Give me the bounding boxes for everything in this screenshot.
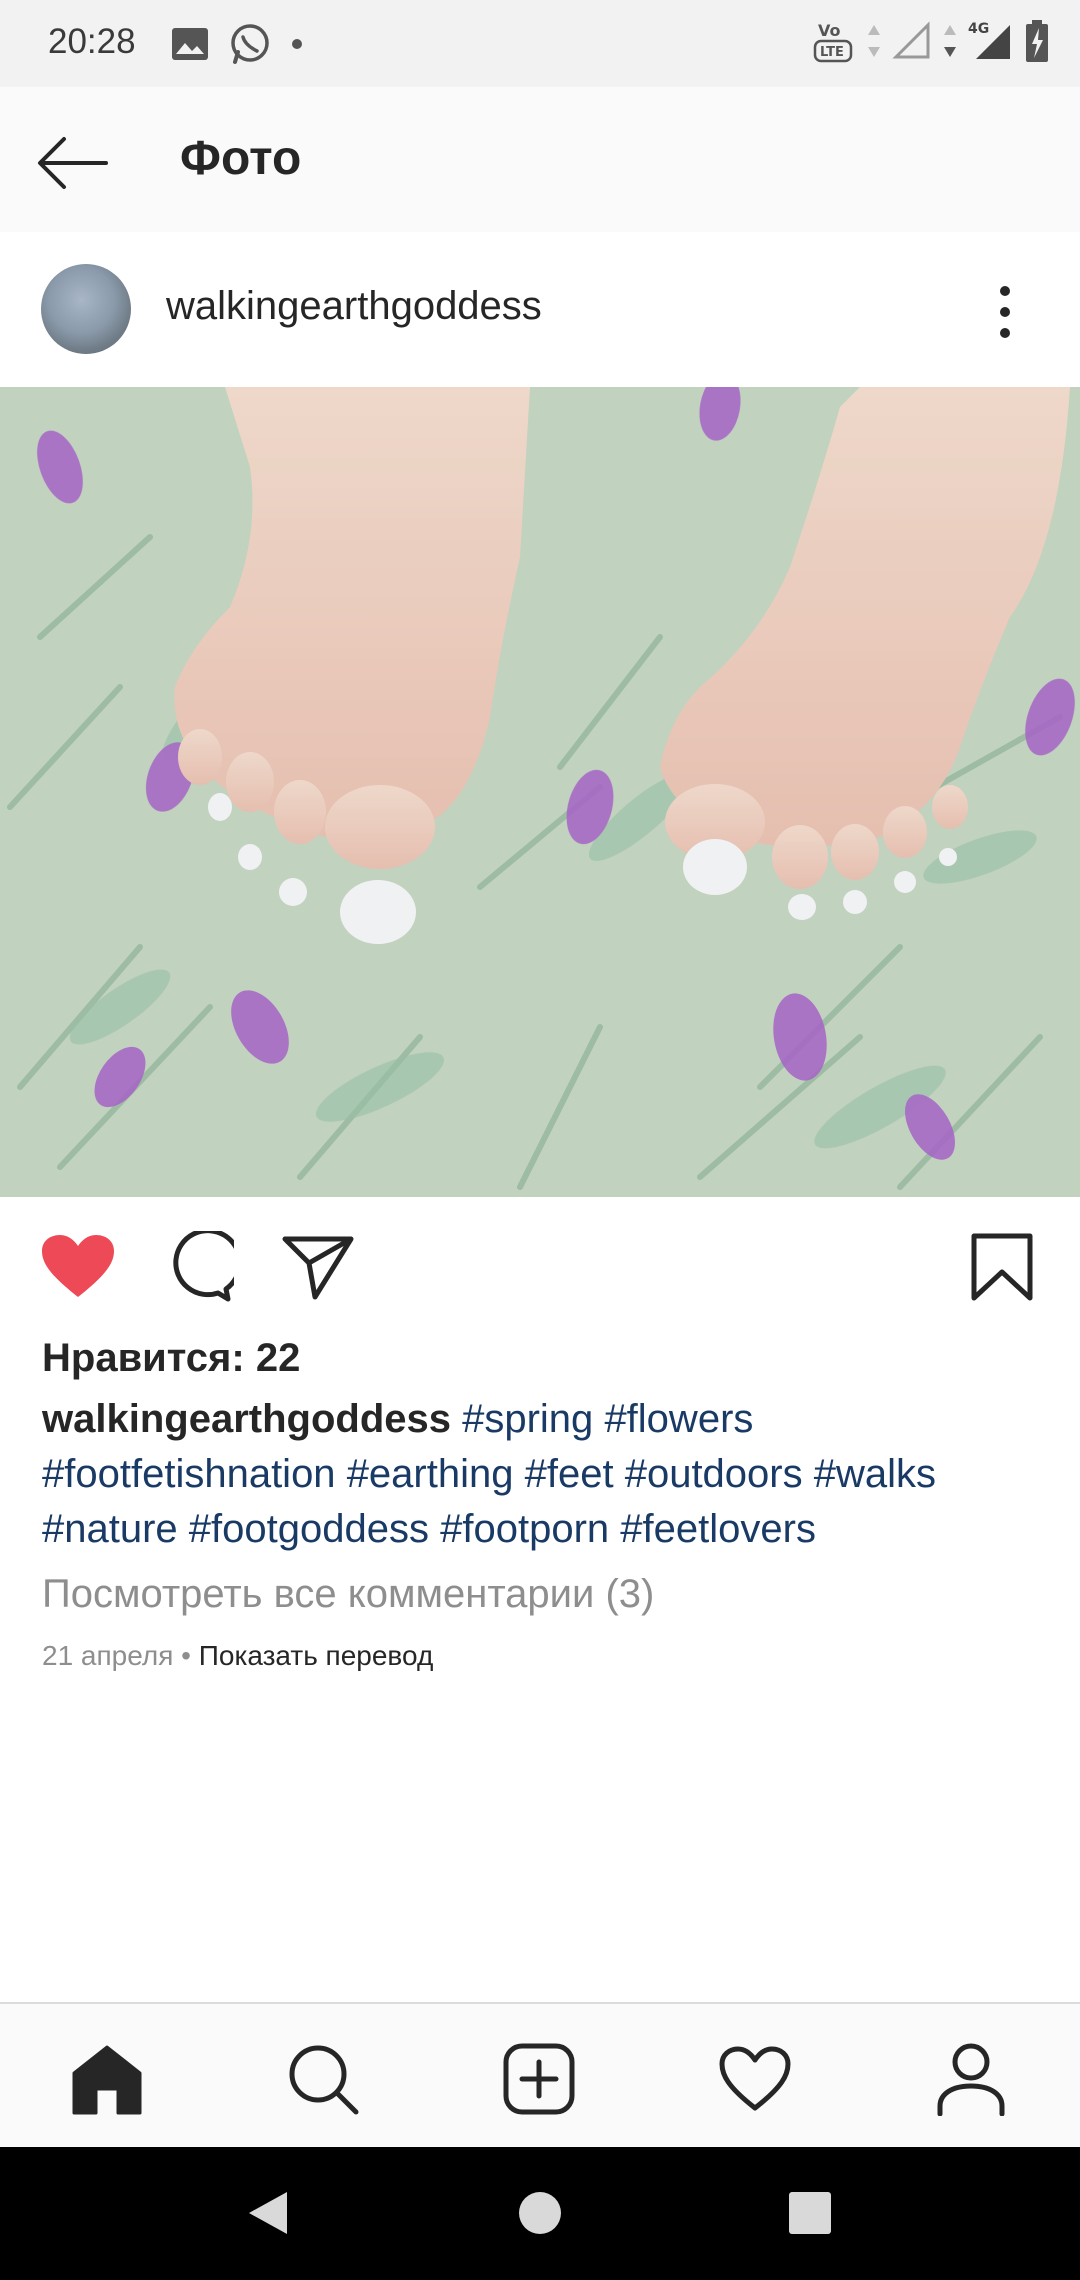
send-paper-plane-icon [282, 1236, 354, 1300]
battery-charging-icon [1024, 18, 1050, 69]
wifi-signal-icon [892, 21, 932, 66]
hashtag[interactable]: #nature [42, 1507, 178, 1551]
status-icons-left [170, 22, 304, 71]
dot-icon [290, 37, 304, 56]
meta-separator: • [173, 1640, 199, 1671]
avatar[interactable] [41, 264, 131, 354]
svg-text:LTE: LTE [820, 45, 844, 60]
activity-heart-icon [719, 2046, 791, 2111]
system-back-button[interactable] [238, 2183, 298, 2243]
back-arrow-icon [38, 137, 108, 189]
volte-icon: Vo LTE [812, 16, 856, 71]
data-arrows-icon [866, 21, 882, 66]
hashtag[interactable]: #earthing [347, 1452, 514, 1496]
like-button[interactable] [38, 1227, 118, 1307]
status-bar: 20:28 Vo LTE 4G [0, 0, 1080, 87]
nav-new-post[interactable] [494, 2034, 584, 2124]
save-button[interactable] [962, 1227, 1042, 1307]
nav-activity[interactable] [710, 2034, 800, 2124]
page-title: Фото [180, 132, 302, 185]
svg-text:Vo: Vo [818, 21, 841, 40]
svg-text:4G: 4G [968, 21, 989, 37]
view-all-comments-link[interactable]: Посмотреть все комментарии (3) [42, 1572, 654, 1617]
post-actions [0, 1197, 1080, 1332]
heart-filled-icon [42, 1235, 114, 1297]
data-arrows-icon-2 [942, 21, 958, 66]
hashtag[interactable]: #flowers [604, 1397, 753, 1441]
hashtag[interactable]: #feetlovers [620, 1507, 816, 1551]
4g-signal-icon: 4G [968, 19, 1014, 68]
post-caption: walkingearthgoddess #spring #flowers #fo… [42, 1392, 1042, 1557]
nav-search[interactable] [278, 2034, 368, 2124]
comment-button[interactable] [158, 1227, 238, 1307]
home-circle-icon [519, 2192, 561, 2234]
more-vertical-icon [1000, 286, 1010, 338]
search-icon [289, 2045, 359, 2115]
post-header: walkingearthgoddess [0, 232, 1080, 387]
system-home-button[interactable] [510, 2183, 570, 2243]
bookmark-icon [971, 1233, 1033, 1301]
recents-square-icon [789, 2192, 831, 2234]
hashtag[interactable]: #footfetishnation [42, 1452, 336, 1496]
nav-profile[interactable] [926, 2034, 1016, 2124]
system-recents-button[interactable] [780, 2183, 840, 2243]
post-username[interactable]: walkingearthgoddess [166, 284, 542, 329]
show-translation-link[interactable]: Показать перевод [199, 1640, 434, 1671]
top-bar: Фото [0, 87, 1080, 234]
home-icon [72, 2045, 142, 2115]
post-photo-illustration [0, 387, 1080, 1197]
image-icon [170, 26, 210, 67]
likes-count[interactable]: Нравится: 22 [42, 1336, 300, 1381]
status-icons-right: Vo LTE 4G [812, 16, 1050, 71]
profile-icon [937, 2043, 1005, 2116]
hashtag[interactable]: #walks [814, 1452, 936, 1496]
hashtag[interactable]: #spring [462, 1397, 593, 1441]
more-options-button[interactable] [985, 272, 1025, 352]
comment-bubble-icon [173, 1231, 234, 1302]
whatsapp-icon [228, 22, 272, 71]
add-post-icon [503, 2043, 575, 2115]
post-date: 21 апреля [42, 1640, 174, 1671]
system-navigation-bar [0, 2147, 1080, 2280]
hashtag[interactable]: #outdoors [625, 1452, 803, 1496]
post-meta: 21 апреля • Показать перевод [42, 1640, 433, 1672]
share-button[interactable] [278, 1227, 358, 1307]
post-photo[interactable] [0, 387, 1080, 1197]
back-button[interactable] [32, 123, 112, 203]
back-triangle-icon [249, 2192, 287, 2234]
status-time: 20:28 [48, 22, 136, 61]
bottom-navigation [0, 2002, 1080, 2149]
caption-username[interactable]: walkingearthgoddess [42, 1397, 451, 1441]
hashtag[interactable]: #footgoddess [189, 1507, 429, 1551]
hashtag[interactable]: #feet [525, 1452, 614, 1496]
nav-home[interactable] [62, 2034, 152, 2124]
hashtag[interactable]: #footporn [440, 1507, 609, 1551]
